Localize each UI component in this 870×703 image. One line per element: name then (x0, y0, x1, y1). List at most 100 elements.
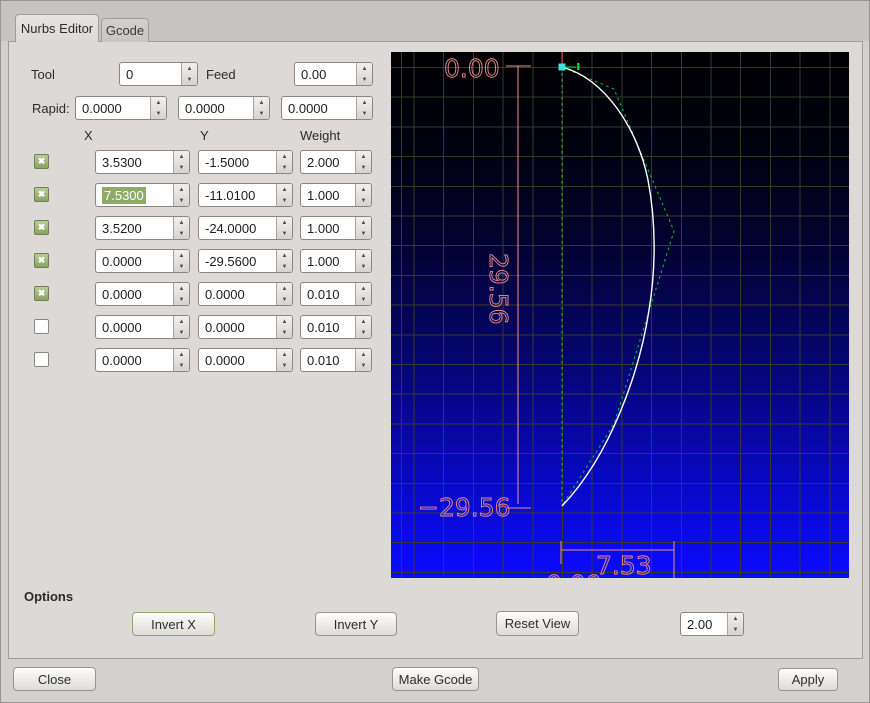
spin-down-icon[interactable]: ▼ (277, 228, 292, 239)
point-x-value[interactable]: 7.5300 (96, 184, 173, 206)
point-y-spinbox[interactable]: -1.5000 ▲ ▼ (198, 150, 293, 174)
spin-down-icon[interactable]: ▼ (174, 261, 189, 272)
spin-up-icon[interactable]: ▲ (174, 316, 189, 327)
spin-up-icon[interactable]: ▲ (356, 217, 371, 228)
point-y-spinbox[interactable]: 0.0000 ▲ ▼ (198, 348, 293, 372)
spin-up-icon[interactable]: ▲ (174, 217, 189, 228)
spin-down-icon[interactable]: ▼ (357, 74, 372, 85)
spin-up-icon[interactable]: ▲ (254, 97, 269, 108)
spin-down-icon[interactable]: ▼ (277, 294, 292, 305)
point-y-spinbox[interactable]: -24.0000 ▲ ▼ (198, 216, 293, 240)
point-weight-spinbox[interactable]: 1.000 ▲ ▼ (300, 216, 372, 240)
spin-up-icon[interactable]: ▲ (174, 151, 189, 162)
point-weight-spinbox[interactable]: 1.000 ▲ ▼ (300, 183, 372, 207)
scale-value[interactable]: 2.00 (681, 613, 727, 635)
point-weight-value[interactable]: 1.000 (301, 184, 355, 206)
point-weight-spinbox[interactable]: 1.000 ▲ ▼ (300, 249, 372, 273)
rapid-z-value[interactable]: 0.0000 (282, 97, 356, 119)
point-x-spinbox[interactable]: 0.0000 ▲ ▼ (95, 348, 190, 372)
point-x-value[interactable]: 0.0000 (96, 349, 173, 371)
spin-down-icon[interactable]: ▼ (728, 624, 743, 635)
spin-down-icon[interactable]: ▼ (357, 108, 372, 119)
spin-down-icon[interactable]: ▼ (356, 195, 371, 206)
spin-up-icon[interactable]: ▲ (277, 283, 292, 294)
spin-down-icon[interactable]: ▼ (174, 228, 189, 239)
start-point-marker[interactable] (558, 63, 566, 71)
point-weight-spinbox[interactable]: 0.010 ▲ ▼ (300, 315, 372, 339)
point-y-value[interactable]: -24.0000 (199, 217, 276, 239)
point-weight-spinbox[interactable]: 2.000 ▲ ▼ (300, 150, 372, 174)
spin-down-icon[interactable]: ▼ (277, 162, 292, 173)
point-y-spinbox[interactable]: 0.0000 ▲ ▼ (198, 315, 293, 339)
point-y-value[interactable]: 0.0000 (199, 283, 276, 305)
spin-up-icon[interactable]: ▲ (357, 97, 372, 108)
point-enable-checkbox[interactable] (34, 352, 49, 367)
point-weight-spinbox[interactable]: 0.010 ▲ ▼ (300, 348, 372, 372)
spin-up-icon[interactable]: ▲ (356, 250, 371, 261)
point-weight-value[interactable]: 1.000 (301, 217, 355, 239)
point-weight-value[interactable]: 0.010 (301, 316, 355, 338)
point-y-value[interactable]: -1.5000 (199, 151, 276, 173)
spin-up-icon[interactable]: ▲ (277, 316, 292, 327)
spin-down-icon[interactable]: ▼ (356, 261, 371, 272)
spin-up-icon[interactable]: ▲ (151, 97, 166, 108)
scale-spinbox[interactable]: 2.00 ▲ ▼ (680, 612, 744, 636)
point-y-spinbox[interactable]: -29.5600 ▲ ▼ (198, 249, 293, 273)
point-enable-checkbox[interactable] (34, 187, 49, 202)
point-weight-value[interactable]: 0.010 (301, 349, 355, 371)
point-weight-value[interactable]: 0.010 (301, 283, 355, 305)
point-x-spinbox[interactable]: 3.5300 ▲ ▼ (95, 150, 190, 174)
spin-up-icon[interactable]: ▲ (174, 349, 189, 360)
invert-y-button[interactable]: Invert Y (315, 612, 397, 636)
point-weight-value[interactable]: 2.000 (301, 151, 355, 173)
tab-gcode[interactable]: Gcode (101, 18, 149, 42)
spin-up-icon[interactable]: ▲ (277, 250, 292, 261)
point-x-spinbox[interactable]: 0.0000 ▲ ▼ (95, 282, 190, 306)
point-y-value[interactable]: 0.0000 (199, 349, 276, 371)
spin-up-icon[interactable]: ▲ (356, 349, 371, 360)
rapid-x-spinbox[interactable]: 0.0000 ▲ ▼ (75, 96, 167, 120)
point-x-spinbox[interactable]: 0.0000 ▲ ▼ (95, 315, 190, 339)
spin-down-icon[interactable]: ▼ (151, 108, 166, 119)
spin-down-icon[interactable]: ▼ (356, 228, 371, 239)
point-x-value[interactable]: 0.0000 (96, 316, 173, 338)
spin-up-icon[interactable]: ▲ (277, 151, 292, 162)
spin-down-icon[interactable]: ▼ (174, 360, 189, 371)
spin-down-icon[interactable]: ▼ (277, 261, 292, 272)
spin-up-icon[interactable]: ▲ (174, 184, 189, 195)
spin-up-icon[interactable]: ▲ (356, 316, 371, 327)
invert-x-button[interactable]: Invert X (132, 612, 215, 636)
point-x-value[interactable]: 0.0000 (96, 250, 173, 272)
spin-down-icon[interactable]: ▼ (174, 294, 189, 305)
spin-down-icon[interactable]: ▼ (356, 162, 371, 173)
spin-down-icon[interactable]: ▼ (182, 74, 197, 85)
spin-up-icon[interactable]: ▲ (356, 184, 371, 195)
rapid-x-value[interactable]: 0.0000 (76, 97, 150, 119)
spin-down-icon[interactable]: ▼ (356, 360, 371, 371)
spin-up-icon[interactable]: ▲ (728, 613, 743, 624)
apply-button[interactable]: Apply (778, 668, 838, 691)
spin-up-icon[interactable]: ▲ (174, 283, 189, 294)
point-enable-checkbox[interactable] (34, 220, 49, 235)
point-y-value[interactable]: 0.0000 (199, 316, 276, 338)
spin-down-icon[interactable]: ▼ (174, 195, 189, 206)
tool-spinbox[interactable]: 0 ▲ ▼ (119, 62, 198, 86)
spin-up-icon[interactable]: ▲ (356, 283, 371, 294)
point-y-value[interactable]: -11.0100 (199, 184, 276, 206)
spin-down-icon[interactable]: ▼ (174, 162, 189, 173)
spin-up-icon[interactable]: ▲ (174, 250, 189, 261)
feed-spinbox[interactable]: 0.00 ▲ ▼ (294, 62, 373, 86)
point-y-spinbox[interactable]: 0.0000 ▲ ▼ (198, 282, 293, 306)
spin-up-icon[interactable]: ▲ (277, 349, 292, 360)
point-enable-checkbox[interactable] (34, 319, 49, 334)
point-x-value[interactable]: 3.5300 (96, 151, 173, 173)
point-weight-spinbox[interactable]: 0.010 ▲ ▼ (300, 282, 372, 306)
tool-value[interactable]: 0 (120, 63, 181, 85)
point-y-value[interactable]: -29.5600 (199, 250, 276, 272)
point-enable-checkbox[interactable] (34, 154, 49, 169)
spin-down-icon[interactable]: ▼ (277, 195, 292, 206)
spin-down-icon[interactable]: ▼ (356, 327, 371, 338)
spin-up-icon[interactable]: ▲ (182, 63, 197, 74)
point-x-spinbox[interactable]: 0.0000 ▲ ▼ (95, 249, 190, 273)
rapid-y-value[interactable]: 0.0000 (179, 97, 253, 119)
